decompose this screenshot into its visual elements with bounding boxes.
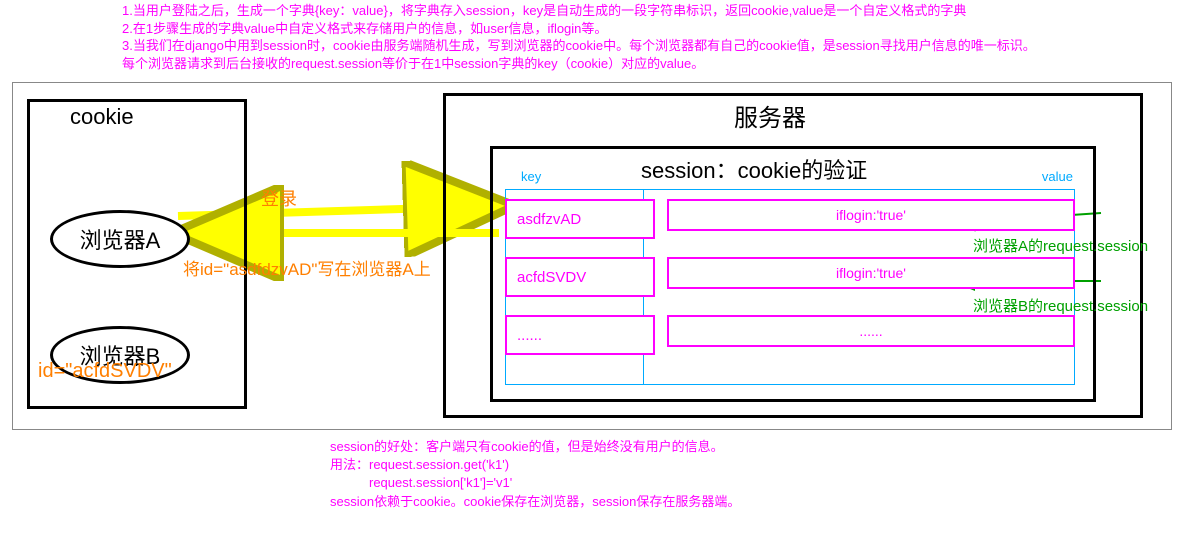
- browser-b-id-label: id="acfdSVDV": [38, 360, 172, 383]
- session-row: ...... ......: [505, 315, 1075, 355]
- session-key-cell: acfdSVDV: [505, 257, 655, 297]
- browser-a-ellipse: 浏览器A: [50, 210, 190, 268]
- value-column-label: value: [1042, 169, 1073, 184]
- bottom-line-4: session依赖于cookie。cookie保存在浏览器，session保存在…: [330, 493, 740, 511]
- request-session-b-label: 浏览器B的request.session: [973, 295, 1148, 316]
- top-line-2: 2.在1步骤生成的字典value中自定义格式来存储用户的信息，如user信息，i…: [122, 20, 1174, 38]
- login-arrow-label: 登录: [261, 185, 297, 211]
- key-column-label: key: [521, 169, 541, 184]
- session-key-cell: asdfzvAD: [505, 199, 655, 239]
- cookie-box: cookie 浏览器A 浏览器B id="acfdSVDV": [27, 99, 247, 409]
- bottom-line-1: session的好处：客户端只有cookie的值，但是始终没有用户的信息。: [330, 438, 740, 456]
- request-session-a-label: 浏览器A的request.session: [973, 235, 1148, 256]
- explanation-bottom: session的好处：客户端只有cookie的值，但是始终没有用户的信息。 用法…: [330, 438, 740, 511]
- session-value-cell: ......: [667, 315, 1075, 347]
- server-title: 服务器: [734, 98, 806, 133]
- session-value-cell: iflogin:'true': [667, 257, 1075, 289]
- top-line-3: 3.当我们在django中用到session时，cookie由服务端随机生成，写…: [122, 37, 1174, 55]
- top-line-1: 1.当用户登陆之后，生成一个字典{key：value}，将字典存入session…: [122, 2, 1174, 20]
- top-line-4: 每个浏览器请求到后台接收的request.session等价于在1中sessio…: [122, 55, 1174, 73]
- session-row: asdfzvAD iflogin:'true': [505, 199, 1075, 239]
- bottom-line-2: 用法：request.session.get('k1'): [330, 456, 740, 474]
- cookie-title: cookie: [70, 104, 134, 130]
- session-box: session：cookie的验证 key value asdfzvAD ifl…: [490, 146, 1096, 402]
- explanation-top: 1.当用户登陆之后，生成一个字典{key：value}，将字典存入session…: [122, 2, 1174, 72]
- write-cookie-arrow-label: 将id="asdfdzvAD"写在浏览器A上: [183, 255, 431, 280]
- diagram-canvas: cookie 浏览器A 浏览器B id="acfdSVDV" 登录 将id="a…: [12, 82, 1172, 430]
- session-title: session：cookie的验证: [641, 153, 867, 185]
- session-key-cell: ......: [505, 315, 655, 355]
- bottom-line-3: request.session['k1']='v1': [330, 474, 740, 492]
- session-value-cell: iflogin:'true': [667, 199, 1075, 231]
- session-row: acfdSVDV iflogin:'true': [505, 257, 1075, 297]
